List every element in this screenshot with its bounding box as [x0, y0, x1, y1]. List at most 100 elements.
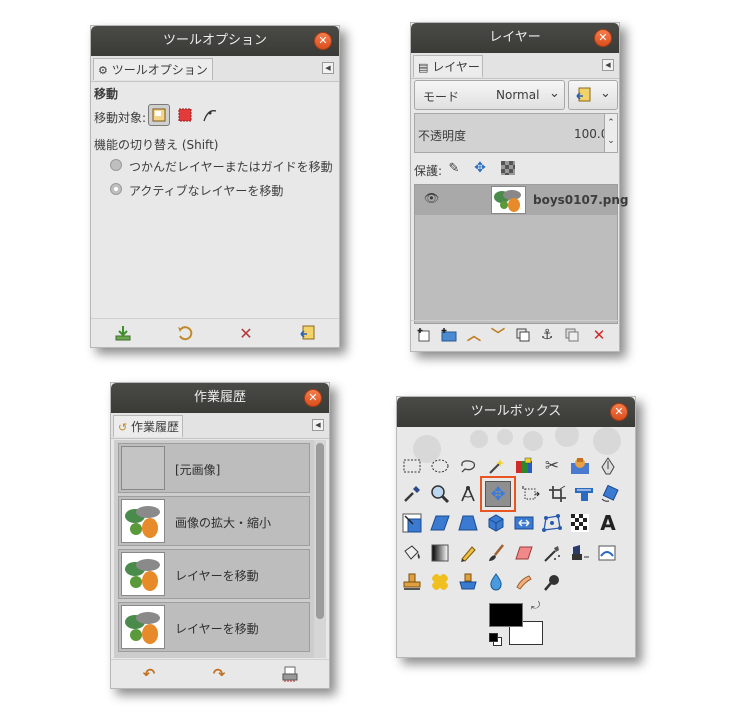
window-title: レイヤー — [489, 30, 541, 45]
delete-options-button[interactable]: ✕ — [234, 322, 258, 344]
history-item[interactable]: [元画像] — [118, 443, 310, 493]
close-button[interactable]: ✕ — [314, 32, 332, 50]
tool-unified-transform[interactable] — [570, 480, 598, 508]
tool-text[interactable]: A — [594, 509, 622, 537]
tool-rotate[interactable] — [596, 480, 624, 508]
tool-blur[interactable] — [482, 568, 510, 596]
tool-scissors-select[interactable]: ✂ — [538, 452, 566, 480]
restore-options-button[interactable] — [173, 322, 197, 344]
tool-pencil[interactable] — [454, 539, 482, 567]
history-thumbnail — [121, 499, 165, 543]
close-button[interactable]: ✕ — [304, 389, 322, 407]
tool-measure[interactable] — [454, 480, 482, 508]
tool-clone[interactable] — [398, 568, 426, 596]
tool-free-select[interactable] — [454, 452, 482, 480]
lock-alpha-button[interactable] — [499, 159, 517, 177]
reset-options-button[interactable] — [295, 322, 319, 344]
new-layer-button[interactable] — [414, 325, 434, 345]
chevron-up-icon: ︿ — [467, 328, 481, 344]
tool-align[interactable] — [517, 480, 545, 508]
move-selection-mode-button[interactable] — [176, 106, 194, 124]
history-titlebar[interactable]: 作業履歴 ✕ — [111, 383, 329, 413]
tool-foreground-select[interactable] — [566, 452, 594, 480]
duplicate-layer-button[interactable] — [513, 325, 533, 345]
history-item[interactable]: レイヤーを移動 — [118, 549, 310, 599]
tool-ink[interactable] — [566, 539, 594, 567]
save-options-button[interactable] — [111, 322, 135, 344]
history-item[interactable]: 画像の拡大・縮小 — [118, 496, 310, 546]
redo-button[interactable]: ↷ — [207, 663, 231, 685]
lower-layer-button[interactable]: ﹀ — [488, 325, 508, 345]
new-layer-group-button[interactable] — [439, 325, 459, 345]
close-button[interactable]: ✕ — [594, 29, 612, 47]
tab-menu-button[interactable]: ◀ — [602, 59, 614, 71]
delete-layer-button[interactable]: ✕ — [589, 325, 609, 345]
move-layer-mode-button[interactable] — [148, 104, 170, 126]
tab-history[interactable]: ↺ 作業履歴 — [113, 415, 183, 437]
tab-menu-button[interactable]: ◀ — [312, 419, 324, 431]
tab-layers[interactable]: ▤ レイヤー — [413, 55, 483, 77]
tab-tool-options[interactable]: ⚙ ツールオプション — [93, 58, 213, 80]
layer-row[interactable]: 👁 boys0107.png — [415, 185, 628, 215]
tool-crop[interactable] — [544, 480, 572, 508]
tool-eraser[interactable] — [510, 539, 538, 567]
mode-label: モード — [423, 90, 460, 104]
tab-menu-button[interactable]: ◀ — [322, 62, 334, 74]
warp-icon — [571, 514, 589, 532]
anchor-layer-button[interactable]: ⚓ — [537, 325, 557, 345]
default-colors-icon[interactable] — [489, 633, 502, 646]
tool-shear[interactable] — [426, 509, 454, 537]
tool-bucket-fill[interactable] — [398, 539, 426, 567]
tool-perspective[interactable] — [454, 509, 482, 537]
tool-heal[interactable] — [426, 568, 454, 596]
opacity-spinner[interactable]: 不透明度 100.0 ⌃ ⌄ — [414, 113, 618, 153]
lock-pixels-button[interactable]: ✎ — [445, 159, 463, 177]
eye-icon[interactable]: 👁 — [424, 191, 439, 205]
tool-flip[interactable] — [510, 509, 538, 537]
water-drop-icon — [490, 573, 502, 591]
tool-mypaint-brush[interactable] — [594, 539, 622, 567]
radio-pick-layer[interactable] — [110, 159, 122, 171]
lock-position-button[interactable]: ✥ — [471, 159, 489, 177]
chevron-down-icon[interactable]: ⌄ — [605, 132, 617, 150]
tool-dodge-burn[interactable] — [538, 568, 566, 596]
tool-ellipse-select[interactable] — [426, 452, 454, 480]
tool-move[interactable]: ✥ — [480, 476, 516, 512]
tool-options-titlebar[interactable]: ツールオプション ✕ — [91, 26, 339, 56]
selection-icon — [178, 108, 192, 122]
tool-zoom[interactable] — [426, 480, 454, 508]
foreground-color-swatch[interactable] — [489, 603, 523, 627]
tool-paths[interactable] — [594, 452, 622, 480]
clear-history-button[interactable] — [278, 663, 302, 685]
tool-3d-transform[interactable] — [482, 509, 510, 537]
mode-select[interactable]: モード Normal ⌄ — [414, 80, 565, 110]
history-item-label: [元画像] — [175, 463, 221, 477]
tool-cage-transform[interactable] — [538, 509, 566, 537]
tool-paintbrush[interactable] — [482, 539, 510, 567]
tool-color-picker[interactable] — [398, 480, 426, 508]
tool-scale[interactable] — [398, 509, 426, 537]
radio-active-layer[interactable] — [110, 183, 122, 195]
layers-titlebar[interactable]: レイヤー ✕ — [411, 23, 619, 53]
history-scrollbar[interactable] — [314, 440, 326, 658]
chevron-up-icon[interactable]: ⌃ — [605, 114, 617, 132]
tool-rect-select[interactable] — [398, 452, 426, 480]
align-icon — [522, 486, 540, 500]
raise-layer-button[interactable]: ︿ — [464, 325, 484, 345]
move-path-mode-button[interactable] — [201, 106, 219, 124]
mode-options-button[interactable]: ⌄ — [568, 80, 618, 110]
tool-gradient[interactable] — [426, 539, 454, 567]
swap-colors-icon[interactable]: ⤾ — [531, 599, 540, 613]
tool-smudge[interactable] — [510, 568, 538, 596]
close-button[interactable]: ✕ — [610, 403, 628, 421]
tool-airbrush[interactable] — [538, 539, 566, 567]
opacity-stepper[interactable]: ⌃ ⌄ — [604, 114, 617, 152]
toolbox-titlebar[interactable]: ツールボックス ✕ — [397, 397, 635, 427]
tool-warp-transform[interactable] — [566, 509, 594, 537]
history-item[interactable]: レイヤーを移動 — [118, 602, 310, 652]
merge-layer-button[interactable] — [562, 325, 582, 345]
scrollbar-thumb[interactable] — [316, 443, 324, 619]
tool-perspective-clone[interactable] — [454, 568, 482, 596]
undo-button[interactable]: ↶ — [137, 663, 161, 685]
tool-options-tab-icon: ⚙ — [98, 64, 108, 77]
